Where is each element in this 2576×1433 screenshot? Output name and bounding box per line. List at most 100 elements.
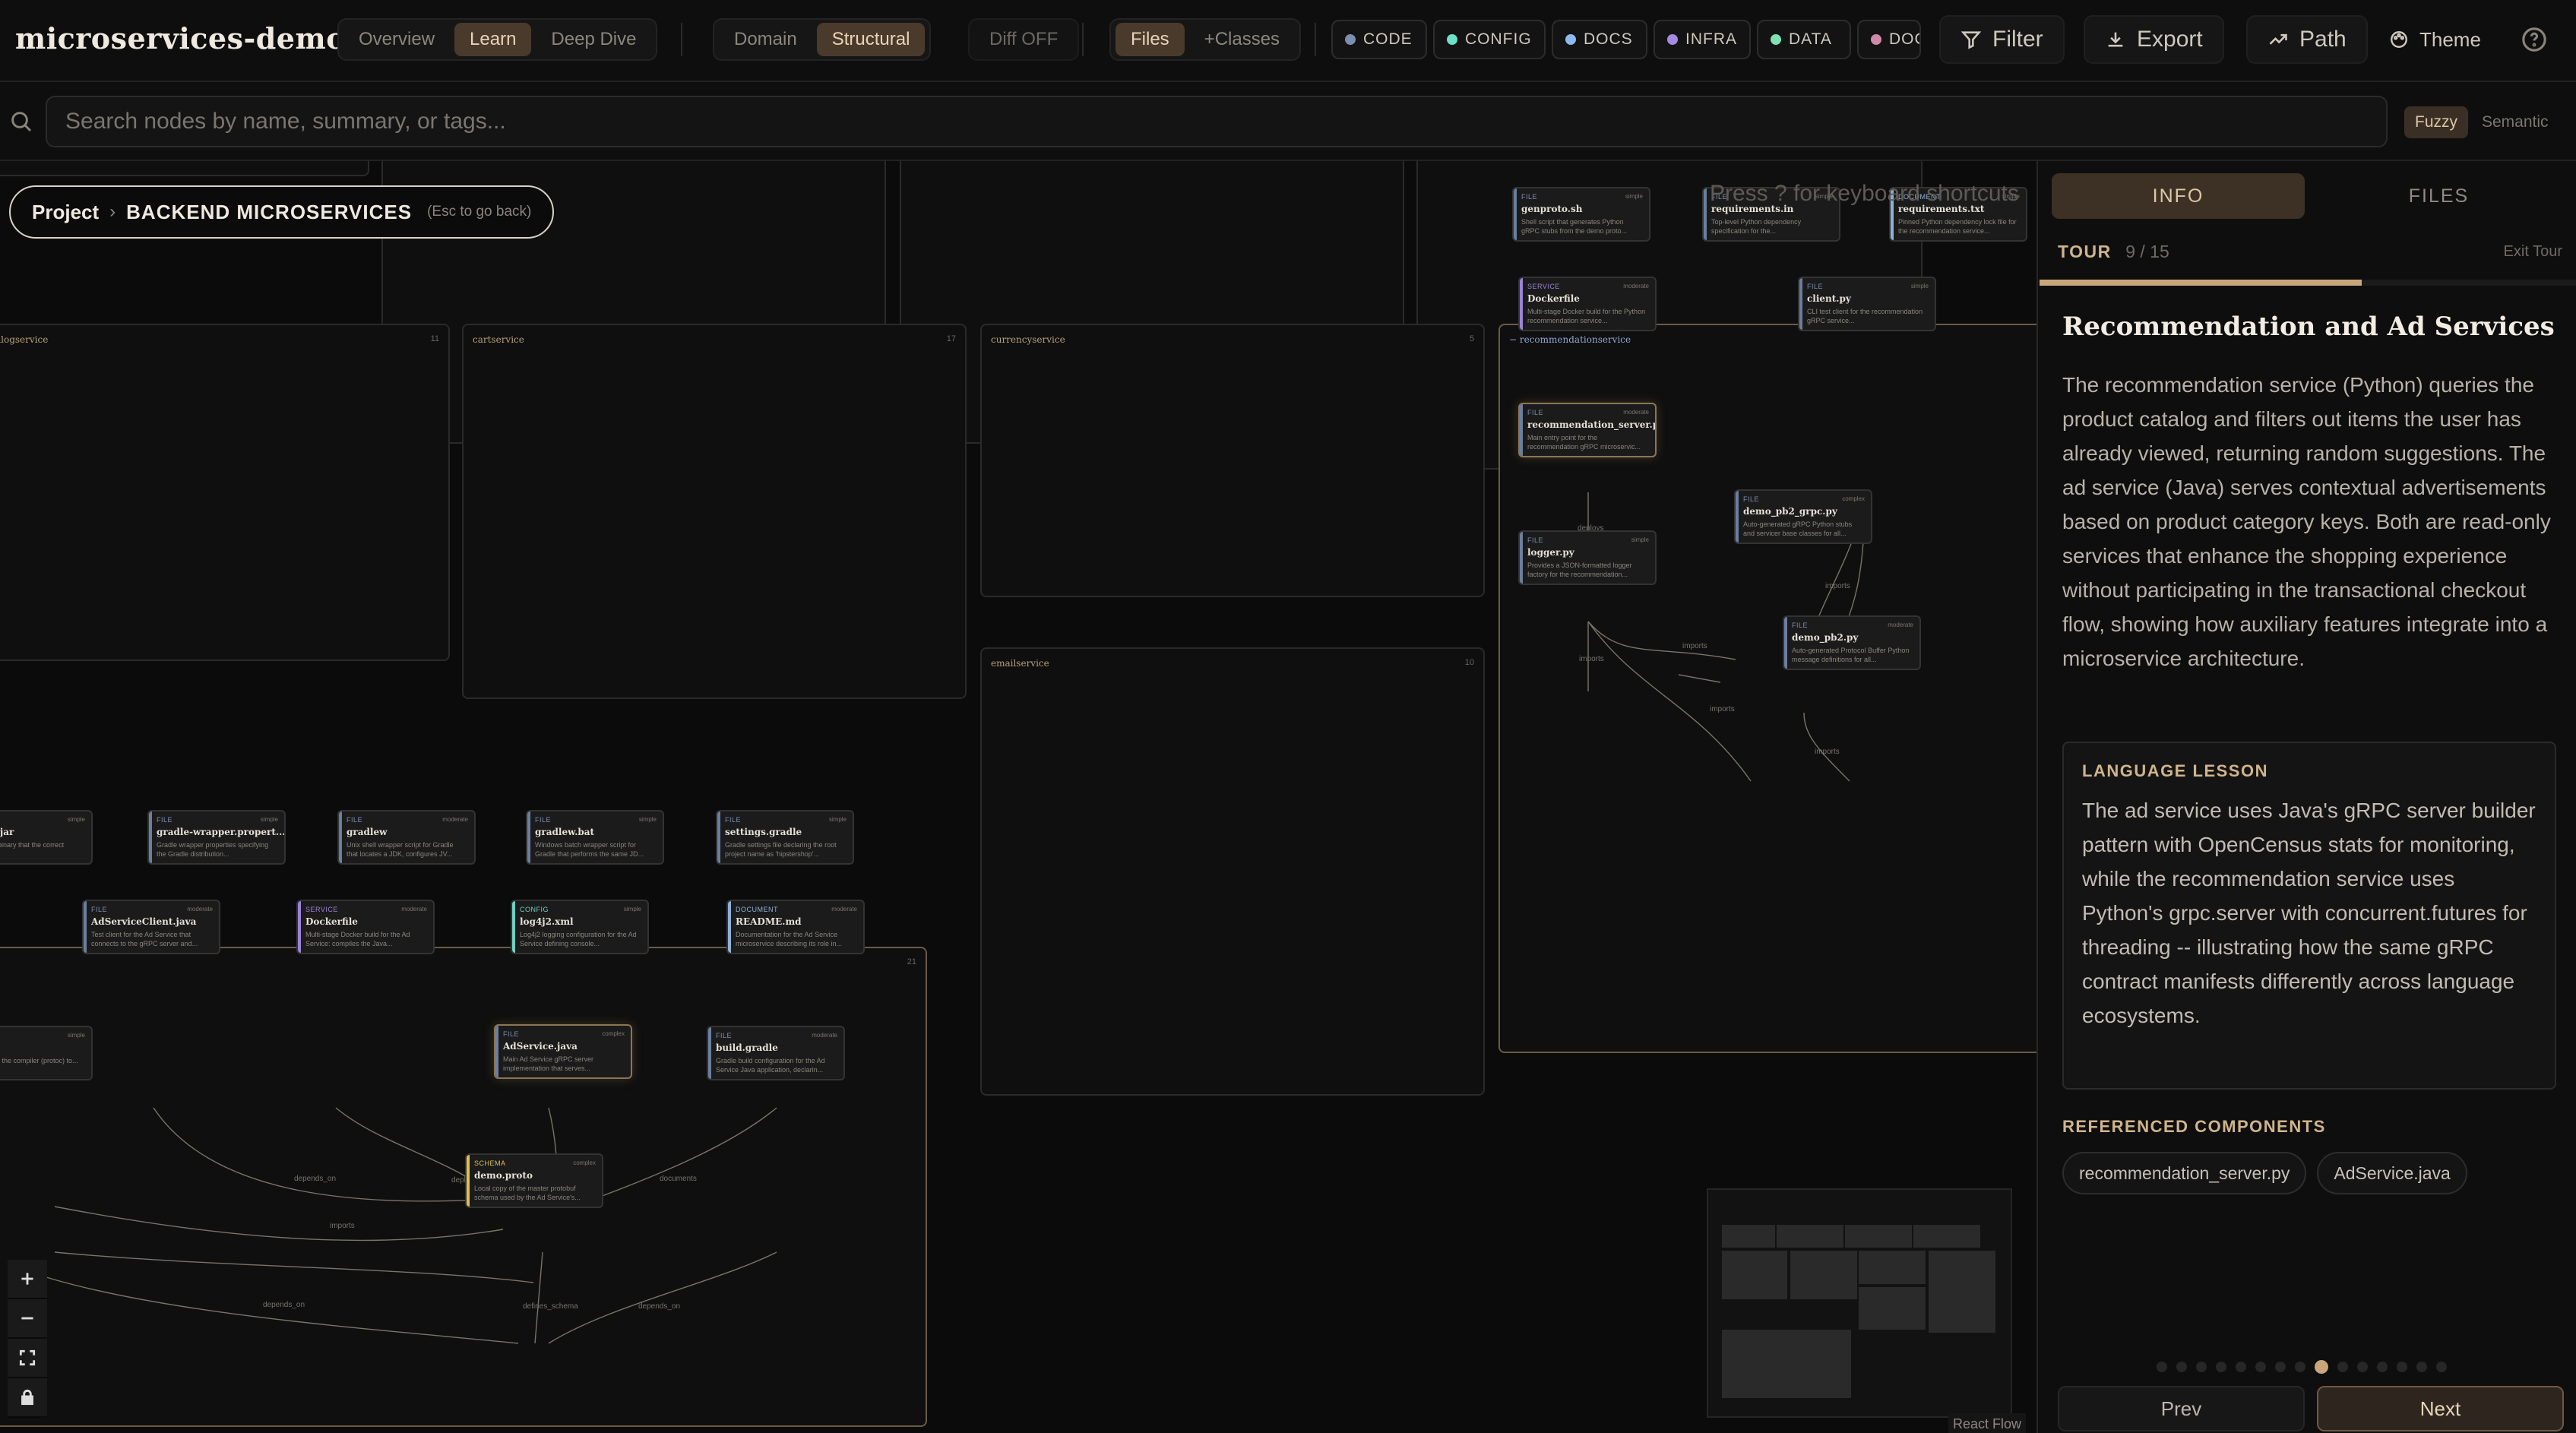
zoom-in-button[interactable] [8, 1260, 47, 1299]
filter-button[interactable]: Filter [1939, 15, 2065, 64]
breadcrumb-root[interactable]: Project [32, 201, 99, 224]
minimap[interactable] [1707, 1188, 2012, 1418]
lens-structural[interactable]: Structural [816, 23, 926, 56]
path-button[interactable]: Path [2246, 15, 2368, 64]
graph-node[interactable]: FILEsimplerapper.jarapper JAR binary tha… [0, 810, 93, 865]
tour-step-dot[interactable] [2275, 1362, 2286, 1372]
graph-node[interactable]: FILE simple gradle-wrapper.propert... Gradl… [147, 810, 286, 865]
breadcrumb[interactable]: Project › BACKEND MICROSERVICES (Esc to … [9, 185, 555, 239]
export-button[interactable]: Export [2084, 15, 2224, 64]
panel-tabs: INFO FILES [2052, 173, 2565, 219]
tour-step-dot[interactable] [2196, 1362, 2207, 1372]
view-mode-learn[interactable]: Learn [454, 23, 532, 56]
node-summary: Unix shell wrapper script for Gradle tha… [347, 841, 454, 858]
graph-node[interactable]: SCHEMA complex demo.proto Local copy of the… [465, 1153, 603, 1208]
tour-step-dot[interactable] [2255, 1362, 2266, 1372]
graph-node[interactable]: FILE simple gradlew.bat Windows batch wrapp… [526, 810, 664, 865]
graph-canvas[interactable]: alogservice 11 cartservice 17 currencyse… [0, 161, 2036, 1433]
group-count: 11 [430, 334, 439, 343]
help-button[interactable] [2509, 15, 2559, 64]
node-kind: FILE [1521, 193, 1538, 201]
view-mode-overview[interactable]: Overview [343, 23, 450, 56]
node-complexity-badge: simple [828, 816, 847, 823]
graph-node[interactable]: FILE moderate AdServiceClient.java Test cli… [82, 900, 220, 954]
node-complexity-badge: complex [573, 1159, 596, 1166]
graph-node[interactable]: FILE moderate gradlew Unix shell wrapper sc… [337, 810, 476, 865]
ref-chip-adservice[interactable]: AdService.java [2317, 1152, 2467, 1194]
node-summary: Auto-generated gRPC Python stubs and ser… [1743, 520, 1853, 537]
tour-step-dot[interactable] [2176, 1362, 2187, 1372]
tour-step-dot[interactable] [2357, 1362, 2368, 1372]
graph-node[interactable]: FILE complex AdService.java Main Ad Service… [494, 1024, 632, 1079]
layer-chip-doc[interactable]: DOC [1857, 20, 1921, 59]
node-complexity-badge: simple [1625, 193, 1643, 200]
fit-view-button[interactable] [8, 1339, 47, 1378]
tour-step-dot[interactable] [2377, 1362, 2388, 1372]
tour-step-dot[interactable] [2315, 1360, 2328, 1374]
search-input[interactable] [46, 96, 2388, 147]
layer-chip-config[interactable]: CONFIG [1433, 20, 1546, 59]
react-flow-attribution[interactable]: React Flow [1948, 1413, 2027, 1433]
graph-node[interactable]: SERVICE moderate Dockerfile Multi-stage Doc… [1518, 277, 1657, 331]
graph-node[interactable]: FILEsimples.shthat invokes the compiler … [0, 1026, 93, 1080]
node-summary: Main entry point for the recommendation … [1527, 434, 1641, 451]
help-icon [2522, 27, 2546, 52]
graph-node[interactable]: FILE complex demo_pb2_grpc.py Auto-generate… [1734, 489, 1872, 544]
group-cart[interactable]: cartservice 17 [462, 324, 967, 699]
tab-files[interactable]: FILES [2312, 173, 2565, 219]
tour-step-dot[interactable] [2416, 1362, 2427, 1372]
tour-step-dot[interactable] [2236, 1362, 2246, 1372]
scope-classes[interactable]: +Classes [1189, 23, 1295, 56]
ref-chip-recommendation-server[interactable]: recommendation_server.py [2062, 1152, 2307, 1194]
tour-step-dot[interactable] [2157, 1362, 2167, 1372]
tour-step-dot[interactable] [2216, 1362, 2226, 1372]
node-complexity-badge: simple [1910, 283, 1929, 289]
next-button[interactable]: Next [2317, 1386, 2564, 1431]
graph-node[interactable]: FILE moderate recommendation_server.py Main… [1518, 403, 1657, 457]
tour-step-dot[interactable] [2337, 1362, 2348, 1372]
theme-button[interactable]: Theme [2378, 15, 2492, 64]
graph-node[interactable]: FILE simple logger.py Provides a JSON-forma… [1518, 530, 1657, 585]
graph-node[interactable]: FILE moderate demo_pb2.py Auto-generated Pr… [1783, 615, 1921, 670]
group-adservice[interactable]: 21 depends_on deploys configures documen… [0, 947, 927, 1427]
node-kind-accent [495, 1026, 498, 1077]
layer-chip-data[interactable]: DATA [1757, 20, 1851, 59]
group-count: 10 [1464, 658, 1474, 667]
layer-chip-code[interactable]: CODE [1331, 20, 1427, 59]
tour-label: TOUR [2058, 242, 2112, 261]
tour-step-dot[interactable] [2397, 1362, 2407, 1372]
search-mode-semantic[interactable]: Semantic [2471, 106, 2559, 138]
scope-files[interactable]: Files [1116, 23, 1185, 56]
node-complexity-badge: complex [602, 1030, 625, 1037]
graph-node[interactable]: FILE simple genproto.sh Shell script that g… [1512, 187, 1650, 242]
exit-tour-button[interactable]: Exit Tour [2504, 243, 2562, 261]
view-mode-deep-dive[interactable]: Deep Dive [536, 23, 651, 56]
graph-node[interactable]: SERVICE moderate Dockerfile Multi-stage Doc… [296, 900, 435, 954]
search-mode-fuzzy[interactable]: Fuzzy [2404, 106, 2469, 138]
graph-node[interactable]: FILE simple client.py CLI test client for t… [1798, 277, 1936, 331]
zoom-out-button[interactable] [8, 1299, 47, 1339]
graph-node[interactable]: FILE simple settings.gradle Gradle settings… [716, 810, 854, 865]
graph-node[interactable]: CONFIG simple log4j2.xml Log4j2 logging con… [511, 900, 649, 954]
minimap-node [1929, 1251, 1995, 1333]
tab-info[interactable]: INFO [2052, 173, 2305, 219]
node-kind-accent [298, 901, 301, 953]
node-title: Dockerfile [305, 916, 358, 927]
group-currency[interactable]: currencyservice 5 [980, 324, 1485, 597]
divider [681, 23, 682, 56]
diff-toggle[interactable]: Diff OFF [974, 23, 1073, 56]
tour-step-dot[interactable] [2436, 1362, 2447, 1372]
layer-chip-docs[interactable]: DOCS [1552, 20, 1647, 59]
graph-node[interactable]: DOCUMENT moderate README.md Documentation f… [726, 900, 865, 954]
group-catalog[interactable]: alogservice 11 [0, 324, 450, 661]
group-email[interactable]: emailservice 10 [980, 647, 1485, 1096]
lock-button[interactable] [8, 1378, 47, 1418]
prev-button[interactable]: Prev [2058, 1386, 2305, 1431]
breadcrumb-hint: (Esc to go back) [427, 204, 532, 220]
group-box [0, 161, 369, 176]
layer-chip-infra[interactable]: INFRA [1654, 20, 1751, 59]
diff-toggle-wrap: Diff OFF [968, 18, 1080, 61]
tour-step-dot[interactable] [2295, 1362, 2305, 1372]
lens-domain[interactable]: Domain [719, 23, 812, 56]
graph-node[interactable]: FILE moderate build.gradle Gradle build con… [707, 1026, 845, 1080]
